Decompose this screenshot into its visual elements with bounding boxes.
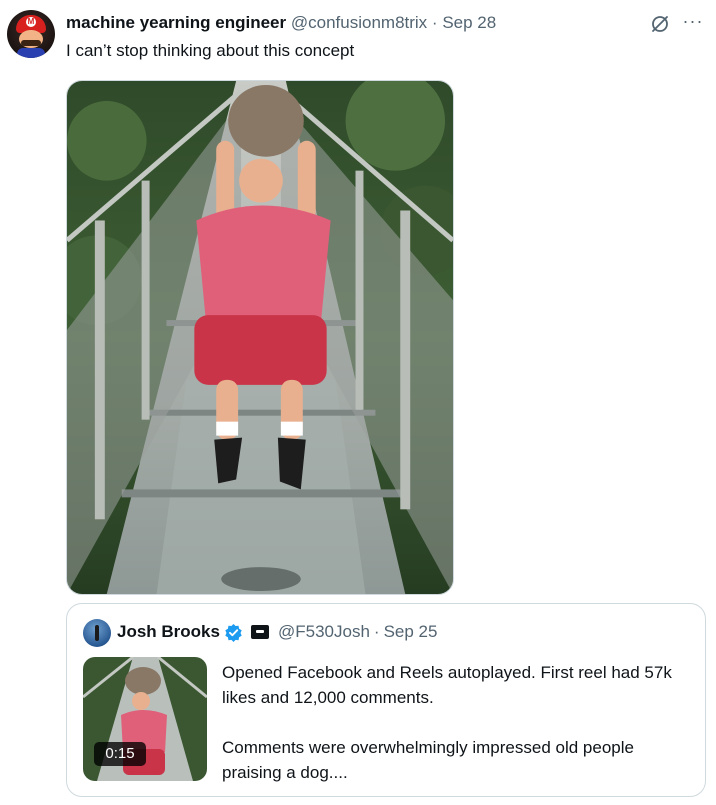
author-avatar[interactable] xyxy=(7,10,55,58)
affiliate-badge-icon[interactable] xyxy=(250,625,269,639)
tweet-header: machine yearning engineer @confusionm8tr… xyxy=(66,13,496,33)
tweet-text: I can’t stop thinking about this concept xyxy=(66,41,355,60)
verified-badge-icon xyxy=(224,623,243,642)
more-options-icon[interactable]: ··· xyxy=(681,12,705,33)
quoted-tweet-date[interactable]: Sep 25 xyxy=(384,622,438,642)
quoted-tweet-text: Opened Facebook and Reels autoplayed. Fi… xyxy=(222,660,697,785)
quoted-tweet[interactable]: Josh Brooks @F530Josh · Sep 25 0:15 Open… xyxy=(66,603,706,797)
tweet-date[interactable]: Sep 28 xyxy=(442,13,496,32)
mario-overalls xyxy=(17,48,45,58)
quoted-author-name[interactable]: Josh Brooks xyxy=(117,622,220,642)
tweet-media-image[interactable] xyxy=(66,80,454,595)
grok-icon[interactable] xyxy=(650,14,670,34)
mario-mustache xyxy=(21,40,41,46)
quoted-paragraph: Comments were overwhelmingly impressed o… xyxy=(222,738,634,782)
author-handle[interactable]: @confusionm8trix xyxy=(291,13,427,32)
quoted-tweet-header: Josh Brooks @F530Josh · Sep 25 xyxy=(117,622,437,642)
video-duration-badge: 0:15 xyxy=(94,742,146,766)
separator-dot: · xyxy=(373,622,380,641)
quoted-paragraph: Opened Facebook and Reels autoplayed. Fi… xyxy=(222,663,672,707)
quoted-author-avatar[interactable] xyxy=(83,619,111,647)
separator-dot: · xyxy=(431,13,438,32)
author-name[interactable]: machine yearning engineer xyxy=(66,13,286,32)
quoted-author-handle[interactable]: @F530Josh xyxy=(278,622,370,642)
